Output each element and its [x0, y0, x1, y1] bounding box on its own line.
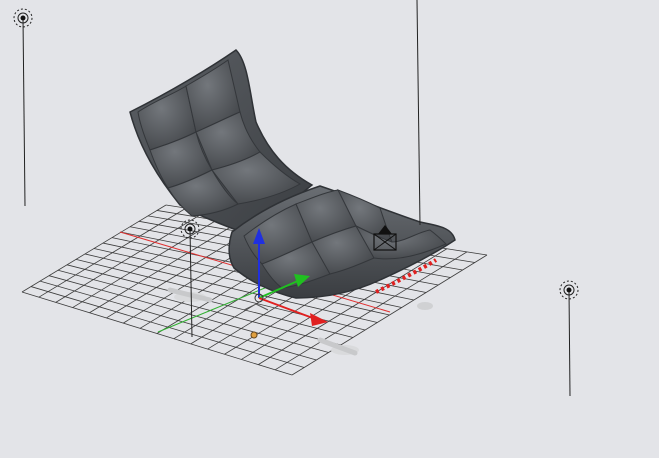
gizmo-x-arrow[interactable] — [310, 313, 328, 326]
lamp-top-left[interactable] — [13, 8, 33, 207]
lamp-icon — [20, 15, 26, 21]
lamp-icon — [566, 287, 572, 293]
3d-viewport[interactable] — [0, 0, 659, 458]
lamp-right[interactable] — [559, 280, 579, 397]
lamp-icon — [187, 226, 193, 232]
object-origin-marker[interactable] — [250, 331, 258, 339]
viewport-canvas[interactable] — [0, 0, 659, 458]
